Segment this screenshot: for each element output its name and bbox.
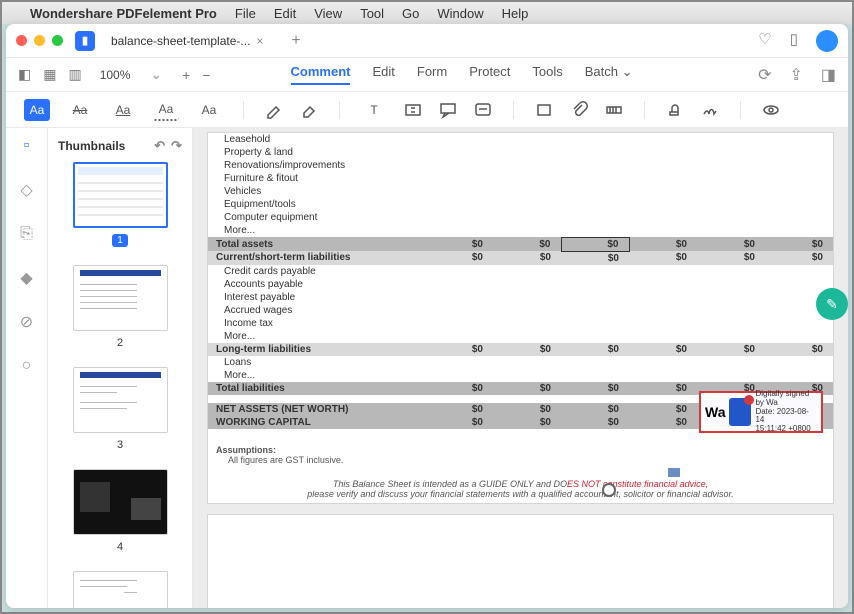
panel-toggle-icon[interactable]: ◧ [18,66,31,83]
tab-form[interactable]: Form [417,64,447,85]
floating-action-button[interactable]: ✎ [816,288,848,320]
page-num-4: 4 [117,541,123,553]
left-rail: ▫ ◇ ⎘ ◆ ⊘ ○ [6,128,48,608]
highlighter-icon[interactable] [265,101,283,119]
caret-button[interactable]: Aa [196,99,222,121]
page-num-1: 1 [112,234,128,247]
selection-handle[interactable] [668,468,680,477]
mac-menubar: Wondershare PDFelement Pro File Edit Vie… [2,2,852,24]
bookmark-rail-icon[interactable]: ⎘ [17,224,37,244]
stamp-icon[interactable] [666,101,684,119]
grid-view-icon[interactable]: ▦ [43,66,56,83]
highlight-aa-button[interactable]: Aa [24,99,50,121]
attachment-icon[interactable] [570,101,588,119]
menu-view[interactable]: View [314,6,342,21]
mobile-icon[interactable]: ▯ [790,30,798,52]
list-view-icon[interactable]: ▥ [68,66,81,83]
note-icon[interactable] [474,101,492,119]
share-icon[interactable]: ⇪ [789,65,802,85]
document-tab[interactable]: balance-sheet-template-... × [101,29,273,53]
panel-title: Thumbnails [58,139,125,153]
squiggly-button[interactable]: Aa [153,99,179,121]
primary-toolbar: ◧ ▦ ▥ 100% ⌄ + − Comment Edit Form Prote… [6,58,848,92]
page-1: Leasehold Property & land Renovations/im… [207,132,834,504]
page-2 [207,514,834,609]
search-rail-icon[interactable]: ○ [17,356,37,376]
eye-icon[interactable] [762,101,780,119]
zoom-level[interactable]: 100% [100,68,131,82]
menu-help[interactable]: Help [502,6,529,21]
bell-icon[interactable]: ♡ [758,30,771,52]
zoom-out-icon[interactable]: − [202,67,210,83]
sig-time: 15:11:42 +0800 [755,425,817,434]
zoom-dropdown-icon[interactable]: ⌄ [150,66,162,83]
text-tool-button[interactable]: T [361,99,387,121]
sig-date: Date: 2023-08-14 [755,408,817,426]
disclaimer-1a: This Balance Sheet is intended as a GUID… [333,479,567,489]
new-tab-button[interactable]: + [291,32,300,50]
eraser-icon[interactable] [300,101,318,119]
close-tab-icon[interactable]: × [256,34,263,48]
page-num-2: 2 [117,337,123,349]
close-window[interactable] [16,35,27,46]
menu-file[interactable]: File [235,6,256,21]
menu-tool[interactable]: Tool [360,6,384,21]
sig-by: Digitally signed by Wa [755,390,817,408]
layers-rail-icon[interactable]: ◆ [17,268,37,288]
rectangle-icon[interactable] [535,101,553,119]
tab-comment[interactable]: Comment [291,64,351,85]
title-bar: ▮ balance-sheet-template-... × + ♡ ▯ [6,24,848,58]
menu-go[interactable]: Go [402,6,419,21]
minimize-window[interactable] [34,35,45,46]
document-viewport[interactable]: Leasehold Property & land Renovations/im… [193,128,848,608]
app-name[interactable]: Wondershare PDFelement Pro [30,6,217,21]
menu-edit[interactable]: Edit [274,6,296,21]
balance-sheet-table: Leasehold Property & land Renovations/im… [208,133,833,429]
cloud-sync-icon[interactable]: ⟳ [758,65,771,85]
tab-edit[interactable]: Edit [372,64,394,85]
page-num-3: 3 [117,439,123,451]
tab-protect[interactable]: Protect [469,64,510,85]
thumbnail-1[interactable] [73,162,168,228]
menu-window[interactable]: Window [437,6,483,21]
assumptions-heading: Assumptions: [216,445,825,455]
digital-signature[interactable]: Wa Digitally signed by Wa Date: 2023-08-… [699,391,823,433]
measure-icon[interactable] [605,101,623,119]
thumbnail-4[interactable] [73,469,168,535]
user-avatar[interactable] [816,30,838,52]
disclaimer-2: please verify and discuss your financial… [307,489,733,499]
rotate-left-icon[interactable]: ↶ [154,138,165,154]
underline-button[interactable]: Aa [110,99,136,121]
signature-icon[interactable] [701,101,719,119]
tab-batch[interactable]: Batch ⌄ [585,64,633,85]
thumbnails-rail-icon[interactable]: ▫ [17,136,37,156]
tab-tools[interactable]: Tools [532,64,562,85]
thumbnail-2[interactable] [73,265,168,331]
annotation-toolbar: Aa Aa Aa Aa Aa T [6,92,848,128]
app-icon: ▮ [75,31,95,51]
sig-name: Wa [705,404,725,420]
assumptions-line: All figures are GST inclusive. [216,455,825,465]
radio-annotation[interactable] [602,483,616,497]
callout-icon[interactable] [439,101,457,119]
rotate-right-icon[interactable]: ↷ [171,138,182,154]
zoom-in-icon[interactable]: + [182,67,190,83]
signature-badge-icon [729,398,751,426]
attachments-rail-icon[interactable]: ⊘ [17,312,37,332]
thumbnails-panel: Thumbnails ↶ ↷ 1 2 [48,128,193,608]
disclaimer-1b: ES NOT constitute financial advice, [567,479,708,489]
thumbnail-3[interactable] [73,367,168,433]
maximize-window[interactable] [52,35,63,46]
side-panel-icon[interactable]: ◨ [821,65,836,85]
tab-title: balance-sheet-template-... [111,34,250,48]
strikethrough-button[interactable]: Aa [67,99,93,121]
textbox-icon[interactable] [404,101,422,119]
thumbnail-5[interactable] [73,571,168,608]
comments-rail-icon[interactable]: ◇ [17,180,37,200]
